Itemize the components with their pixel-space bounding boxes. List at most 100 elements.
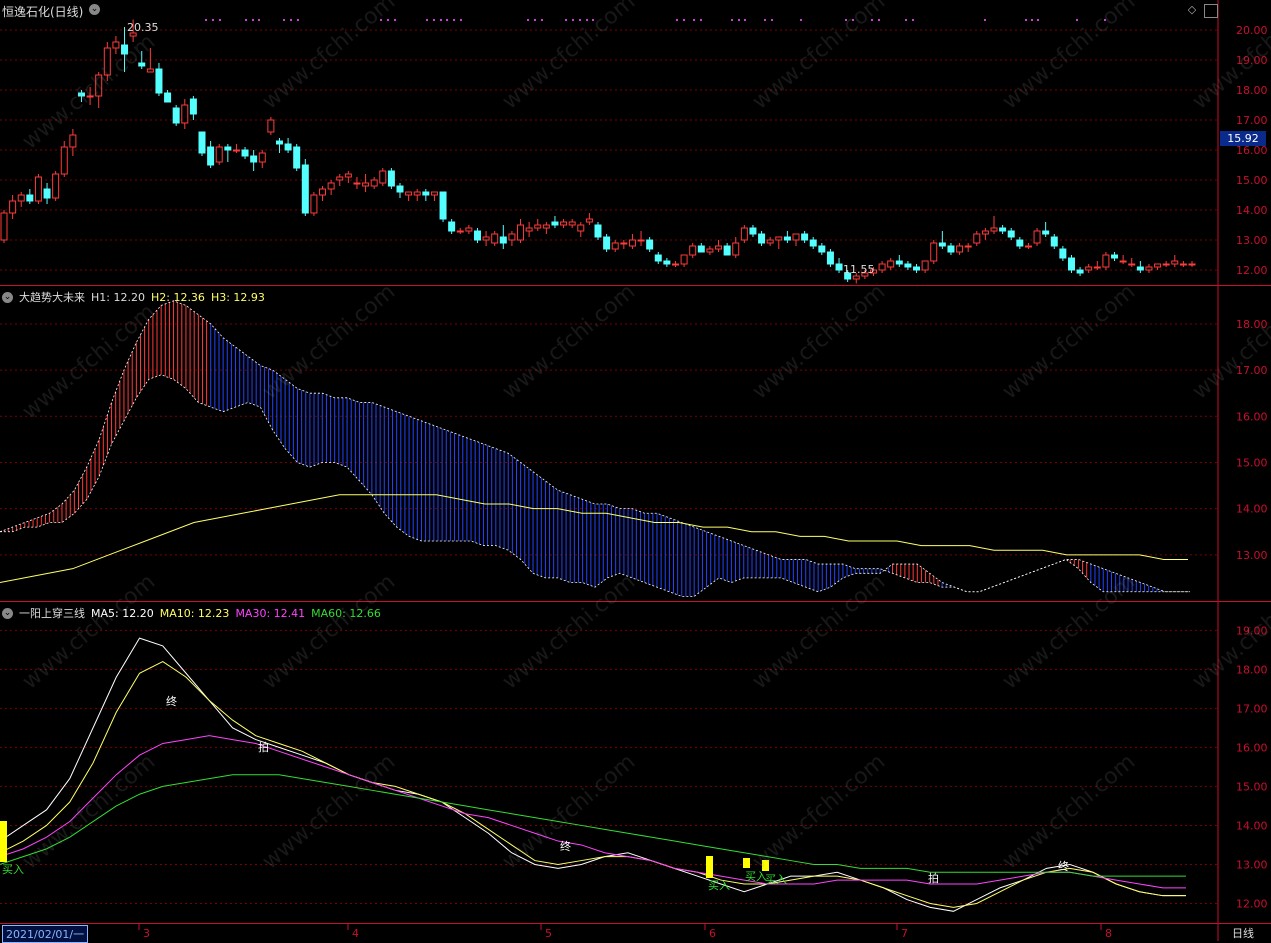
y-tick-label: 13.00 bbox=[1236, 549, 1268, 562]
x-tick-label: 8 bbox=[1105, 927, 1112, 940]
signal-dot bbox=[460, 19, 462, 21]
candle bbox=[783, 236, 791, 241]
candle bbox=[1085, 266, 1093, 271]
signal-dot bbox=[800, 19, 802, 21]
candle bbox=[628, 239, 636, 247]
candle bbox=[396, 185, 404, 193]
candle bbox=[34, 176, 42, 202]
candle bbox=[69, 134, 77, 148]
candle bbox=[250, 155, 258, 163]
maximize-icon[interactable] bbox=[1204, 4, 1218, 18]
signal-dot bbox=[1025, 19, 1027, 21]
y-tick-label: 17.00 bbox=[1236, 114, 1268, 127]
buy-signal-bar bbox=[743, 858, 750, 868]
signal-dot bbox=[565, 19, 567, 21]
signal-dot bbox=[1037, 19, 1039, 21]
signal-dot bbox=[676, 19, 678, 21]
ma-panel-title: ⌄ 一阳上穿三线 MA5: 12.20 MA10: 12.23 MA30: 12… bbox=[2, 605, 381, 621]
y-tick-label: 14.00 bbox=[1236, 503, 1268, 516]
watermark: www.cfchi.com bbox=[748, 279, 890, 404]
y-tick-label: 16.00 bbox=[1236, 741, 1268, 754]
high-price-label: 20.35 bbox=[127, 21, 159, 34]
candle bbox=[852, 275, 860, 280]
date-cursor-box[interactable]: 2021/02/01/一 bbox=[2, 925, 89, 943]
candle bbox=[1102, 254, 1110, 268]
signal-dot bbox=[984, 19, 986, 21]
x-tick-label: 4 bbox=[352, 927, 359, 940]
buy-signal-bar bbox=[0, 821, 7, 862]
period-label[interactable]: 日线 bbox=[1232, 925, 1254, 941]
signal-dot bbox=[394, 19, 396, 21]
candle bbox=[1119, 260, 1127, 263]
candle bbox=[1050, 236, 1058, 247]
candle bbox=[766, 239, 774, 244]
candle bbox=[215, 146, 223, 163]
candle bbox=[327, 182, 335, 190]
candle bbox=[577, 224, 585, 232]
signal-dot bbox=[297, 19, 299, 21]
candle bbox=[164, 92, 172, 103]
candle bbox=[422, 191, 430, 196]
candle bbox=[637, 239, 645, 242]
signal-dot bbox=[245, 19, 247, 21]
candle bbox=[818, 245, 826, 253]
candle bbox=[620, 242, 628, 245]
candle bbox=[258, 152, 266, 163]
candle bbox=[689, 245, 697, 256]
candle bbox=[207, 146, 215, 166]
candle bbox=[663, 260, 671, 265]
candle bbox=[1067, 257, 1075, 271]
chevron-down-icon[interactable]: ⌄ bbox=[2, 607, 13, 619]
candle bbox=[473, 230, 481, 241]
candle bbox=[319, 188, 327, 196]
candle bbox=[887, 260, 895, 268]
signal-label: 买入 bbox=[708, 879, 730, 892]
signal-dot bbox=[764, 19, 766, 21]
watermark: www.cfchi.com bbox=[748, 749, 890, 874]
candle bbox=[146, 68, 154, 73]
candle bbox=[1154, 263, 1162, 268]
candle bbox=[52, 173, 60, 199]
signal-dot bbox=[290, 19, 292, 21]
ma5-value: MA5: 12.20 bbox=[91, 606, 154, 620]
candle bbox=[387, 170, 395, 187]
candle bbox=[275, 140, 283, 145]
signal-dot bbox=[1031, 19, 1033, 21]
y-tick-label: 14.00 bbox=[1236, 204, 1268, 217]
chevron-down-icon[interactable]: ⌄ bbox=[2, 291, 13, 303]
signal-dot bbox=[700, 19, 702, 21]
watermark: www.cfchi.com bbox=[498, 279, 640, 404]
signal-dot bbox=[527, 19, 529, 21]
signal-dot bbox=[731, 19, 733, 21]
watermark: www.cfchi.com bbox=[258, 0, 400, 115]
candle bbox=[930, 242, 938, 262]
candle bbox=[181, 104, 189, 124]
diamond-icon[interactable]: ◇ bbox=[1186, 4, 1198, 16]
window-title: 恒逸石化(日线) bbox=[2, 5, 84, 19]
signal-dot bbox=[258, 19, 260, 21]
h1-value: H1: 12.20 bbox=[91, 290, 145, 304]
y-tick-label: 18.00 bbox=[1236, 663, 1268, 676]
watermark: www.cfchi.com bbox=[998, 749, 1140, 874]
candle bbox=[172, 107, 180, 124]
candle bbox=[913, 266, 921, 271]
candle bbox=[448, 221, 456, 232]
candle bbox=[792, 233, 800, 241]
signal-dot bbox=[1076, 19, 1078, 21]
y-tick-label: 12.00 bbox=[1236, 264, 1268, 277]
watermark: www.cfchi.com bbox=[498, 569, 640, 694]
chart-canvas: 20.0019.0018.0017.0016.0015.0014.0013.00… bbox=[0, 0, 1271, 941]
ma-indicator-name: 一阳上穿三线 bbox=[19, 607, 85, 620]
candle bbox=[112, 41, 120, 49]
low-price-label: 11.55 bbox=[843, 263, 875, 276]
candle bbox=[603, 236, 611, 250]
candle bbox=[646, 239, 654, 250]
signal-dot bbox=[912, 19, 914, 21]
candle bbox=[1016, 239, 1024, 247]
candle bbox=[826, 251, 834, 265]
watermark: www.cfchi.com bbox=[258, 279, 400, 404]
candle bbox=[517, 224, 525, 241]
chevron-down-icon[interactable]: ⌄ bbox=[89, 4, 100, 15]
candle bbox=[964, 245, 972, 248]
candle bbox=[809, 239, 817, 247]
